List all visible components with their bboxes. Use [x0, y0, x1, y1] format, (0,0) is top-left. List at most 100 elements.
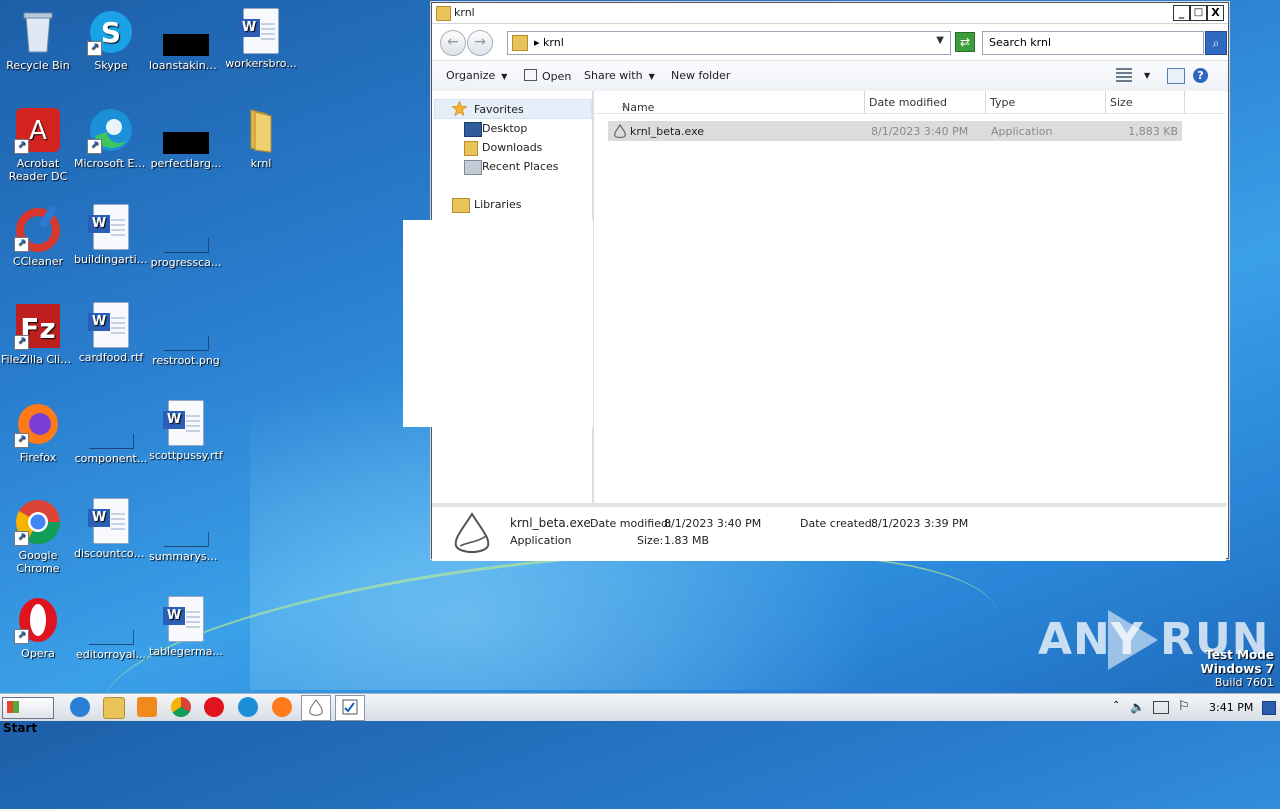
desktop-icon-opera[interactable]: ↗ Opera [0, 596, 76, 660]
desktop-icon-tablegerma[interactable]: tablegerma... [148, 596, 224, 658]
back-button[interactable]: ← [440, 30, 466, 56]
details-size: 1.83 MB [664, 534, 710, 547]
column-header-date-modified[interactable]: Date modified [865, 91, 986, 114]
desktop-icon-chrome[interactable]: ↗ Google Chrome [0, 498, 76, 575]
blank-file-icon [163, 532, 209, 547]
refresh-button[interactable]: ⇄ [955, 32, 975, 52]
chevron-down-icon[interactable]: ▼ [936, 35, 944, 46]
desktop-icon-label: Skype [94, 59, 128, 72]
desktop-icon-recycle-bin[interactable]: Recycle Bin [0, 8, 76, 72]
nav-downloads[interactable]: Downloads [482, 141, 542, 154]
breadcrumb[interactable]: ▸ krnl [534, 36, 564, 49]
network-icon[interactable] [1153, 701, 1169, 714]
view-options-icon[interactable] [1116, 68, 1132, 82]
share-with-menu[interactable]: Share with ▼ [584, 69, 655, 82]
edge-icon[interactable] [238, 697, 258, 717]
desktop-icon-label: scottpussy.rtf [149, 449, 223, 462]
open-label: Open [542, 70, 572, 83]
start-button[interactable]: Start [2, 697, 54, 735]
desktop-icon-cardfood[interactable]: cardfood.rtf [73, 302, 149, 364]
opera-icon[interactable] [204, 697, 224, 717]
column-size-label: Size [1110, 96, 1133, 109]
desktop-icon-loanstaking[interactable]: loanstaking... [148, 8, 224, 72]
preview-pane-icon[interactable] [1167, 68, 1185, 84]
desktop-icon-label: krnl [250, 157, 272, 170]
desktop-icon-firefox[interactable]: ↗ Firefox [0, 400, 76, 464]
folder-icon [436, 6, 451, 21]
file-name[interactable]: krnl_beta.exe [630, 125, 704, 138]
search-input[interactable]: Search krnl [982, 31, 1204, 55]
tray-expand-icon[interactable]: ⌃ [1112, 700, 1120, 711]
close-button[interactable]: X [1207, 5, 1224, 21]
column-header-filler [1185, 91, 1225, 114]
desktop-icon-component[interactable]: component... [73, 400, 149, 465]
desktop-icon-label: progressca... [150, 256, 222, 269]
anyrun-taskbar-button[interactable] [335, 695, 365, 721]
column-header-name[interactable]: Name ▲ [594, 91, 865, 114]
column-header-type[interactable]: Type [986, 91, 1106, 114]
clock[interactable]: 3:41 PM [1209, 701, 1253, 714]
desktop-icon-progressca[interactable]: progressca... [148, 204, 224, 269]
action-center-flag-icon[interactable]: ⚐ [1178, 699, 1190, 714]
desktop-icon-restroot[interactable]: restroot.png [148, 302, 224, 367]
desktop-icon-label: Acrobat Reader DC [8, 157, 68, 183]
desktop-icon-label: workersbro... [225, 57, 297, 70]
table-row[interactable]: krnl_beta.exe 8/1/2023 3:40 PM Applicati… [608, 121, 1182, 141]
desktop-icon-workersbro[interactable]: workersbro... [223, 8, 299, 70]
details-date-created: 8/1/2023 3:39 PM [871, 517, 969, 530]
nav-desktop[interactable]: Desktop [482, 122, 527, 135]
desktop-icon-ccleaner[interactable]: ↗ CCleaner [0, 204, 76, 268]
firefox-icon[interactable] [272, 697, 292, 717]
desktop-icon-krnl[interactable]: krnl [223, 106, 299, 170]
column-type-label: Type [990, 96, 1016, 109]
desktop-icon-discountcou[interactable]: discountcou... [73, 498, 149, 560]
desktop-icon-scottpussy[interactable]: scottpussy.rtf [148, 400, 224, 462]
help-icon[interactable]: ? [1193, 68, 1208, 83]
minimize-button[interactable]: _ [1173, 5, 1190, 21]
nav-recent-places[interactable]: Recent Places [482, 160, 559, 173]
skype-icon: S ↗ [87, 8, 135, 56]
details-date-created-label: Date created: [800, 517, 876, 530]
sort-arrow-icon: ▲ [622, 101, 628, 109]
open-button[interactable]: Open [524, 69, 571, 83]
organize-menu[interactable]: Organize ▼ [446, 69, 507, 82]
recycle-bin-icon [14, 8, 62, 56]
new-folder-button[interactable]: New folder [671, 69, 730, 82]
desktop-icon-perfectlarg[interactable]: perfectlarg... [148, 106, 224, 170]
desktop-icon-editorroyal[interactable]: editorroyal... [73, 596, 149, 661]
edge-icon: ↗ [87, 106, 135, 154]
title-bar[interactable]: krnl _ □ X [432, 3, 1228, 24]
address-bar[interactable]: ▸ krnl ▼ [507, 31, 951, 55]
nav-libraries[interactable]: Libraries [474, 198, 522, 211]
desktop-icon-acrobat[interactable]: A ↗ Acrobat Reader DC [0, 106, 76, 183]
chrome-icon[interactable] [171, 697, 191, 717]
open-icon [524, 69, 537, 81]
view-dropdown-icon[interactable]: ▼ [1144, 71, 1150, 80]
desktop-icon [464, 122, 482, 137]
shortcut-arrow-icon: ↗ [14, 237, 29, 252]
desktop-icon-summaryshi[interactable]: summaryshi... [148, 498, 224, 563]
desktop-icon-filezilla[interactable]: Fz ↗ FileZilla Client [0, 302, 76, 366]
desktop-icon-label: Google Chrome [16, 549, 60, 575]
show-desktop-icon[interactable] [1262, 701, 1276, 715]
media-player-icon[interactable] [137, 697, 157, 717]
os-badge: Test Mode Windows 7 Build 7601 [1201, 648, 1274, 690]
column-header-size[interactable]: Size [1106, 91, 1185, 114]
desktop-icon-label: perfectlarg... [150, 157, 222, 170]
desktop-icon-skype[interactable]: S ↗ Skype [73, 8, 149, 72]
krnl-taskbar-button[interactable] [301, 695, 331, 721]
desktop-icon-label: component... [74, 452, 148, 465]
details-date-modified: 8/1/2023 3:40 PM [664, 517, 762, 530]
forward-button[interactable]: → [467, 30, 493, 56]
breadcrumb-krnl[interactable]: krnl [543, 36, 564, 49]
shortcut-arrow-icon: ↗ [14, 433, 29, 448]
nav-favorites[interactable]: Favorites [474, 103, 524, 116]
volume-icon[interactable]: 🔈 [1130, 700, 1145, 714]
ie-icon[interactable] [70, 697, 90, 717]
desktop-icon-edge[interactable]: ↗ Microsoft Edge [73, 106, 149, 170]
desktop-icon-buildingartic[interactable]: buildingartic... [73, 204, 149, 266]
search-icon[interactable]: ⌕ [1205, 31, 1227, 55]
explorer-icon[interactable] [103, 697, 125, 719]
word-doc-icon [163, 400, 204, 446]
maximize-button[interactable]: □ [1190, 5, 1207, 21]
